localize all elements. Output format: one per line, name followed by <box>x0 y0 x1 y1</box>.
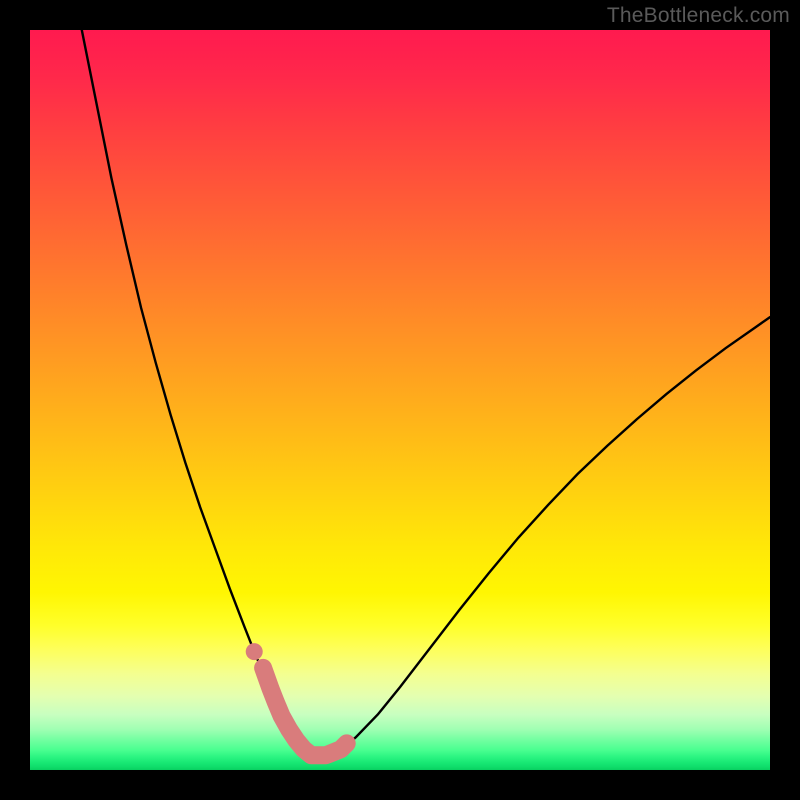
bottleneck-highlight-dot <box>246 643 263 660</box>
chart-frame: TheBottleneck.com <box>0 0 800 800</box>
bottleneck-curve-path <box>82 30 770 755</box>
bottleneck-highlight-path <box>263 668 347 755</box>
bottleneck-curve-svg <box>30 30 770 770</box>
plot-area <box>30 30 770 770</box>
watermark-label: TheBottleneck.com <box>607 4 790 28</box>
